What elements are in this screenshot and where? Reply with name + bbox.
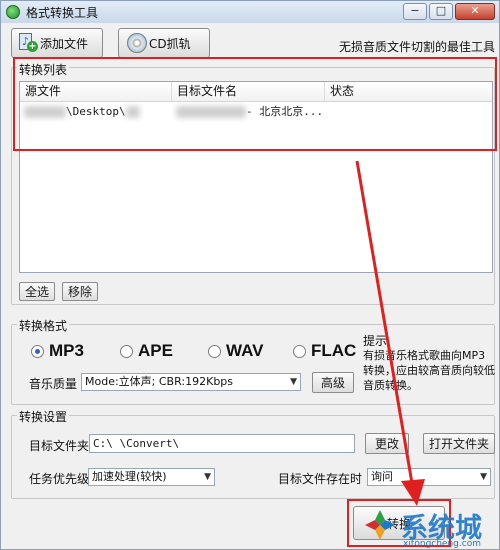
app-window: 格式转换工具 − □ ✕ ♪ + 添加文件 CD抓轨 无损音质文件切割的最佳工具 …	[0, 0, 500, 550]
watermark-url: xitongcheng.com	[403, 539, 481, 549]
annotation-arrow-icon	[355, 160, 425, 506]
watermark-logo: 系统城 xitongcheng.com	[363, 506, 499, 550]
watermark-x-icon	[365, 510, 395, 540]
